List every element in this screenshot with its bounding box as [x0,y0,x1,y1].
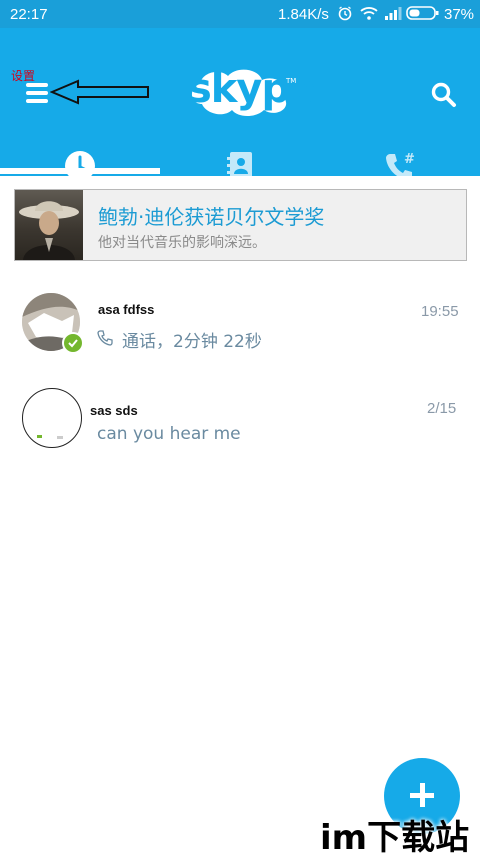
signal-icon [384,5,402,25]
conversation-row[interactable]: sas sds 2/15 can you hear me [0,378,480,464]
svg-text:#: # [404,152,415,167]
alarm-icon [337,5,353,25]
contacts-book-icon [227,152,252,180]
clock-icon [65,151,95,181]
skype-logo-text: skype [188,66,316,112]
phone-hash-icon: # [386,152,415,180]
contact-name: sas sds [90,403,138,418]
wifi-icon [360,5,378,25]
settings-annotation: 设置 [11,69,36,83]
phone-icon [97,330,113,346]
banner-title: 鲍勃·迪伦获诺贝尔文学奖 [98,205,325,229]
status-network-speed: 1.84K/s [278,6,329,23]
contact-name: asa fdfss [98,302,155,317]
status-bar: 22:17 1.84K/s 37% [0,0,480,28]
plus-icon-vertical [420,783,425,807]
conversation-time: 2/15 [427,400,457,417]
logo-trademark: TM [286,77,297,85]
active-tab-indicator [0,168,160,174]
news-banner[interactable]: 鲍勃·迪伦获诺贝尔文学奖 他对当代音乐的影响深远。 [14,189,467,261]
conversation-time: 19:55 [421,303,459,320]
battery-percent: 37% [444,6,475,23]
conversation-preview: 通话，2分钟 22秒 [122,332,262,352]
menu-icon[interactable] [26,83,48,103]
conversation-preview: can you hear me [97,424,241,444]
online-status-icon [62,332,84,354]
banner-subtitle: 他对当代音乐的影响深远。 [98,235,266,251]
search-icon[interactable] [431,82,457,108]
battery-icon [406,5,440,25]
watermark: im下载站 [320,818,470,858]
status-time: 22:17 [10,6,48,23]
annotation-arrow-icon [50,79,149,105]
banner-thumbnail [15,190,83,260]
app-header: 设置 skype TM # [0,28,480,181]
avatar [22,388,82,448]
